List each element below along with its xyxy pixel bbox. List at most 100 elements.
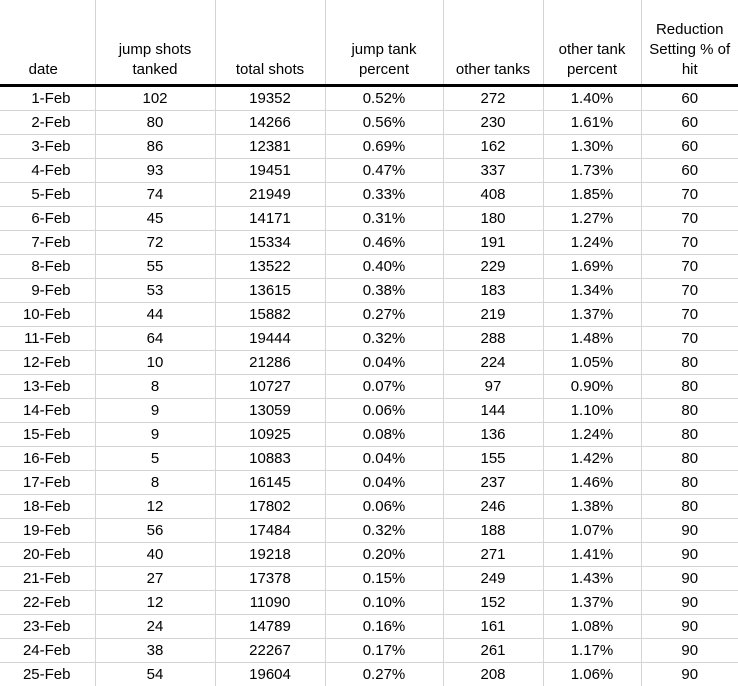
cell-total_shots[interactable]: 21949 (215, 183, 325, 207)
cell-other_tank_pct[interactable]: 1.37% (543, 303, 641, 327)
cell-other_tank_pct[interactable]: 1.06% (543, 663, 641, 686)
cell-date[interactable]: 6-Feb (0, 207, 95, 231)
cell-other_tank_pct[interactable]: 1.43% (543, 567, 641, 591)
cell-other_tank_pct[interactable]: 1.27% (543, 207, 641, 231)
cell-jump_tank_pct[interactable]: 0.69% (325, 135, 443, 159)
cell-jump_shots[interactable]: 27 (95, 567, 215, 591)
cell-reduction[interactable]: 90 (641, 567, 738, 591)
cell-other_tank_pct[interactable]: 0.90% (543, 375, 641, 399)
cell-jump_shots[interactable]: 8 (95, 471, 215, 495)
cell-jump_shots[interactable]: 80 (95, 111, 215, 135)
cell-total_shots[interactable]: 10925 (215, 423, 325, 447)
cell-other_tanks[interactable]: 237 (443, 471, 543, 495)
cell-total_shots[interactable]: 19352 (215, 86, 325, 111)
cell-jump_tank_pct[interactable]: 0.27% (325, 303, 443, 327)
cell-other_tanks[interactable]: 162 (443, 135, 543, 159)
cell-jump_shots[interactable]: 9 (95, 423, 215, 447)
cell-reduction[interactable]: 90 (641, 519, 738, 543)
cell-jump_shots[interactable]: 86 (95, 135, 215, 159)
cell-other_tank_pct[interactable]: 1.10% (543, 399, 641, 423)
cell-total_shots[interactable]: 17484 (215, 519, 325, 543)
cell-reduction[interactable]: 70 (641, 207, 738, 231)
cell-other_tank_pct[interactable]: 1.24% (543, 423, 641, 447)
cell-other_tank_pct[interactable]: 1.85% (543, 183, 641, 207)
cell-total_shots[interactable]: 17378 (215, 567, 325, 591)
cell-jump_shots[interactable]: 74 (95, 183, 215, 207)
cell-other_tank_pct[interactable]: 1.34% (543, 279, 641, 303)
cell-other_tanks[interactable]: 155 (443, 447, 543, 471)
cell-other_tank_pct[interactable]: 1.30% (543, 135, 641, 159)
cell-jump_tank_pct[interactable]: 0.52% (325, 86, 443, 111)
cell-jump_shots[interactable]: 44 (95, 303, 215, 327)
cell-other_tanks[interactable]: 136 (443, 423, 543, 447)
cell-jump_tank_pct[interactable]: 0.32% (325, 327, 443, 351)
cell-other_tank_pct[interactable]: 1.07% (543, 519, 641, 543)
column-header-jump_tank_pct[interactable]: jump tankpercent (325, 0, 443, 86)
cell-jump_tank_pct[interactable]: 0.06% (325, 399, 443, 423)
cell-other_tank_pct[interactable]: 1.73% (543, 159, 641, 183)
cell-date[interactable]: 15-Feb (0, 423, 95, 447)
cell-date[interactable]: 16-Feb (0, 447, 95, 471)
cell-total_shots[interactable]: 21286 (215, 351, 325, 375)
cell-other_tank_pct[interactable]: 1.37% (543, 591, 641, 615)
cell-other_tank_pct[interactable]: 1.48% (543, 327, 641, 351)
cell-jump_shots[interactable]: 93 (95, 159, 215, 183)
column-header-total_shots[interactable]: total shots (215, 0, 325, 86)
cell-jump_shots[interactable]: 24 (95, 615, 215, 639)
column-header-other_tank_pct[interactable]: other tankpercent (543, 0, 641, 86)
cell-jump_shots[interactable]: 5 (95, 447, 215, 471)
cell-reduction[interactable]: 90 (641, 663, 738, 686)
cell-other_tanks[interactable]: 288 (443, 327, 543, 351)
cell-other_tanks[interactable]: 188 (443, 519, 543, 543)
cell-reduction[interactable]: 70 (641, 255, 738, 279)
cell-total_shots[interactable]: 15882 (215, 303, 325, 327)
cell-other_tanks[interactable]: 337 (443, 159, 543, 183)
cell-other_tanks[interactable]: 144 (443, 399, 543, 423)
cell-other_tanks[interactable]: 152 (443, 591, 543, 615)
cell-reduction[interactable]: 70 (641, 327, 738, 351)
cell-jump_tank_pct[interactable]: 0.40% (325, 255, 443, 279)
cell-other_tank_pct[interactable]: 1.46% (543, 471, 641, 495)
cell-jump_tank_pct[interactable]: 0.47% (325, 159, 443, 183)
cell-jump_tank_pct[interactable]: 0.32% (325, 519, 443, 543)
cell-date[interactable]: 4-Feb (0, 159, 95, 183)
cell-jump_tank_pct[interactable]: 0.04% (325, 351, 443, 375)
cell-jump_tank_pct[interactable]: 0.15% (325, 567, 443, 591)
cell-reduction[interactable]: 70 (641, 303, 738, 327)
cell-reduction[interactable]: 80 (641, 471, 738, 495)
cell-total_shots[interactable]: 13059 (215, 399, 325, 423)
cell-jump_tank_pct[interactable]: 0.33% (325, 183, 443, 207)
cell-date[interactable]: 8-Feb (0, 255, 95, 279)
cell-date[interactable]: 20-Feb (0, 543, 95, 567)
cell-other_tanks[interactable]: 161 (443, 615, 543, 639)
cell-date[interactable]: 23-Feb (0, 615, 95, 639)
cell-jump_tank_pct[interactable]: 0.07% (325, 375, 443, 399)
cell-reduction[interactable]: 70 (641, 231, 738, 255)
cell-other_tank_pct[interactable]: 1.24% (543, 231, 641, 255)
cell-jump_shots[interactable]: 56 (95, 519, 215, 543)
cell-reduction[interactable]: 70 (641, 279, 738, 303)
cell-reduction[interactable]: 80 (641, 351, 738, 375)
cell-jump_shots[interactable]: 64 (95, 327, 215, 351)
cell-reduction[interactable]: 90 (641, 543, 738, 567)
column-header-jump_shots[interactable]: jump shotstanked (95, 0, 215, 86)
cell-other_tank_pct[interactable]: 1.38% (543, 495, 641, 519)
cell-other_tanks[interactable]: 408 (443, 183, 543, 207)
cell-reduction[interactable]: 80 (641, 423, 738, 447)
cell-total_shots[interactable]: 19604 (215, 663, 325, 686)
cell-other_tank_pct[interactable]: 1.42% (543, 447, 641, 471)
cell-jump_tank_pct[interactable]: 0.38% (325, 279, 443, 303)
column-header-date[interactable]: date (0, 0, 95, 86)
cell-date[interactable]: 7-Feb (0, 231, 95, 255)
cell-reduction[interactable]: 60 (641, 159, 738, 183)
cell-reduction[interactable]: 70 (641, 183, 738, 207)
cell-reduction[interactable]: 90 (641, 615, 738, 639)
column-header-reduction[interactable]: ReductionSetting % ofhit (641, 0, 738, 86)
cell-jump_shots[interactable]: 102 (95, 86, 215, 111)
cell-other_tank_pct[interactable]: 1.61% (543, 111, 641, 135)
cell-date[interactable]: 5-Feb (0, 183, 95, 207)
cell-total_shots[interactable]: 14266 (215, 111, 325, 135)
cell-date[interactable]: 11-Feb (0, 327, 95, 351)
cell-other_tanks[interactable]: 97 (443, 375, 543, 399)
cell-total_shots[interactable]: 15334 (215, 231, 325, 255)
